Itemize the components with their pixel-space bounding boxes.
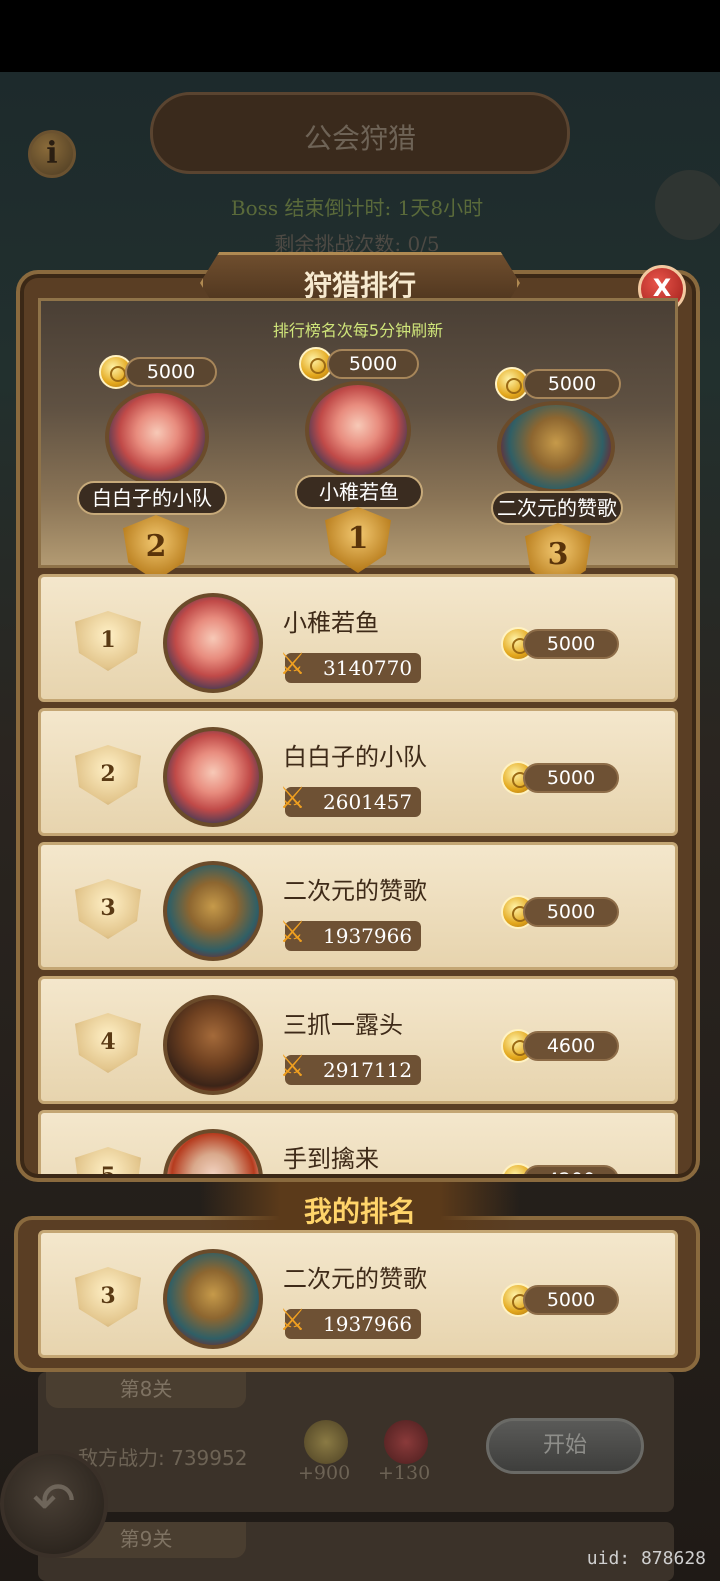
gem-reward-icon <box>384 1420 428 1464</box>
podium-1-avatar[interactable] <box>305 381 411 479</box>
podium-1-name: 小稚若鱼 <box>295 475 423 509</box>
list-item[interactable]: 3 二次元的赞歌 1937966 ⚔ 5000 <box>38 842 678 970</box>
list-item[interactable]: 5 手到擒来 4200 <box>38 1110 678 1174</box>
crossed-swords-icon: ⚔ <box>279 1303 306 1338</box>
back-arrow-icon[interactable]: ↶ <box>0 1450 108 1558</box>
info-icon[interactable]: i <box>28 130 76 178</box>
crossed-swords-icon: ⚔ <box>279 915 306 950</box>
podium-2-score: 5000 <box>125 357 217 387</box>
hunt-score: 5000 <box>523 1285 619 1315</box>
podium-2-name: 白白子的小队 <box>77 481 227 515</box>
enemy-power: 敌方战力: 739952 <box>78 1446 248 1470</box>
rank-badge: 1 <box>75 611 141 671</box>
hunt-score: 5000 <box>523 629 619 659</box>
hunt-score: 5000 <box>523 763 619 793</box>
podium-3-avatar[interactable] <box>497 401 615 493</box>
podium-3-name: 二次元的赞歌 <box>491 491 623 525</box>
crossed-swords-icon: ⚔ <box>279 781 306 816</box>
player-name: 小稚若鱼 <box>283 609 379 637</box>
player-name: 手到擒来 <box>283 1145 379 1173</box>
podium-3-score: 5000 <box>523 369 621 399</box>
crossed-swords-icon: ⚔ <box>279 1049 306 1084</box>
player-name: 二次元的赞歌 <box>283 1265 427 1293</box>
rank-badge: 3 <box>75 1267 141 1327</box>
my-rank-title: 我的排名 <box>303 1195 416 1228</box>
podium-1-rank-badge: 1 <box>325 507 391 573</box>
rank-badge: 4 <box>75 1013 141 1073</box>
scene-title: 公会狩猎 <box>303 122 416 155</box>
reward-2-amount: +130 <box>378 1462 431 1484</box>
player-name: 二次元的赞歌 <box>283 877 427 905</box>
player-avatar[interactable] <box>163 1249 263 1349</box>
player-avatar[interactable] <box>163 1129 263 1174</box>
player-avatar[interactable] <box>163 861 263 961</box>
reward-1-amount: +900 <box>298 1462 351 1484</box>
player-avatar[interactable] <box>163 593 263 693</box>
crossed-swords-icon: ⚔ <box>279 647 306 682</box>
player-avatar[interactable] <box>163 995 263 1095</box>
status-bar <box>0 0 720 72</box>
start-button[interactable]: 开始 <box>486 1418 644 1474</box>
boss-timer: Boss 结束倒计时: 1天8小时 <box>230 196 484 220</box>
player-name: 白白子的小队 <box>283 743 427 771</box>
podium-1-score: 5000 <box>327 349 419 379</box>
hunt-score: 4600 <box>523 1031 619 1061</box>
rank-badge: 3 <box>75 879 141 939</box>
refresh-note: 排行榜名次每5分钟刷新 <box>272 321 444 340</box>
podium-2-avatar[interactable] <box>105 389 209 485</box>
hunt-score: 4200 <box>523 1165 619 1174</box>
podium: 排行榜名次每5分钟刷新 5000 白白子的小队 2 5000 小稚若鱼 1 50… <box>38 298 678 589</box>
player-name: 三抓一露头 <box>283 1011 403 1039</box>
ranking-list[interactable]: 1 小稚若鱼 3140770 ⚔ 5000 2 白白子的小队 2601457 ⚔… <box>38 574 678 1174</box>
uid-label: uid: 878628 <box>586 1548 706 1569</box>
hunt-score: 5000 <box>523 897 619 927</box>
list-item[interactable]: 4 三抓一露头 2917112 ⚔ 4600 <box>38 976 678 1104</box>
rank-badge: 2 <box>75 745 141 805</box>
gold-reward-icon <box>304 1420 348 1464</box>
stage-tag-8: 第8关 <box>46 1372 246 1408</box>
scene-header: 公会狩猎 <box>150 92 570 174</box>
player-avatar[interactable] <box>163 727 263 827</box>
list-item[interactable]: 2 白白子的小队 2601457 ⚔ 5000 <box>38 708 678 836</box>
my-rank-row[interactable]: 3 二次元的赞歌 1937966 ⚔ 5000 <box>38 1230 678 1358</box>
list-item[interactable]: 1 小稚若鱼 3140770 ⚔ 5000 <box>38 574 678 702</box>
rank-badge: 5 <box>75 1147 141 1174</box>
